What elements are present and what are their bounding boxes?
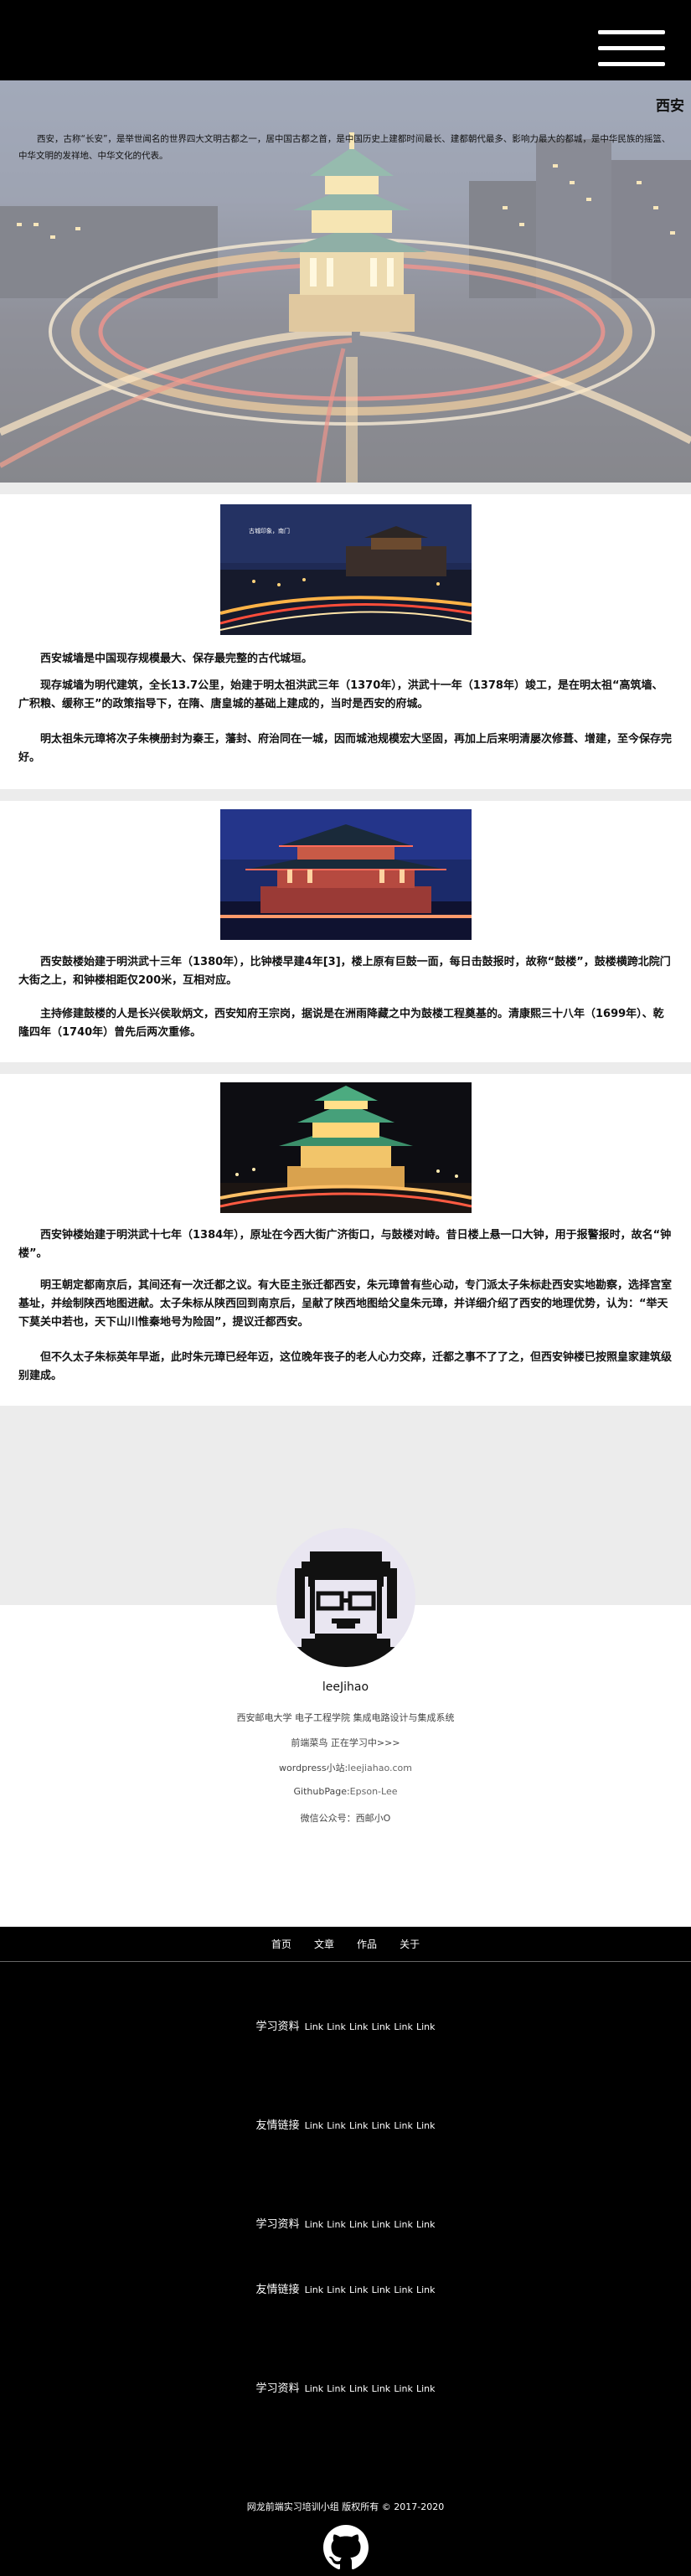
article-section-drum-tower: 西安鼓楼始建于明洪武十三年（1380年），比钟楼早建4年[3]，楼上原有巨鼓一面… — [0, 801, 691, 1062]
footer-link[interactable]: Link — [305, 2120, 324, 2131]
footer-link[interactable]: Link — [394, 2120, 413, 2131]
footer-link[interactable]: Link — [372, 2383, 391, 2394]
footer-link[interactable]: Link — [349, 2383, 369, 2394]
top-navbar — [0, 0, 691, 80]
pixel-avatar-icon — [293, 1551, 399, 1667]
footer-row-label: 学习资料 — [255, 2021, 300, 2033]
paragraph: 西安钟楼始建于明洪武十七年（1384年），原址在今西大街广济街口，与鼓楼对峙。昔… — [18, 1229, 672, 1260]
footer-row-label: 学习资料 — [255, 2382, 300, 2395]
profile-wordpress: wordpress小站:leejiahao.com — [0, 1761, 691, 1774]
footer-link[interactable]: Link — [305, 2021, 324, 2032]
footer-link[interactable]: Link — [327, 2284, 346, 2295]
footer-nav: 首页 文章 作品 关于 — [0, 1927, 691, 1962]
footer-link[interactable]: Link — [305, 2219, 324, 2230]
wordpress-label: wordpress小站: — [279, 1763, 348, 1773]
footer-link[interactable]: Link — [349, 2120, 369, 2131]
footer-link[interactable]: Link — [394, 2021, 413, 2032]
paragraph: 现存城墙为明代建筑，全长13.7公里，始建于明太祖洪武三年（1370年），洪武十… — [18, 679, 663, 710]
github-label: GithubPage: — [293, 1786, 350, 1797]
footer-link[interactable]: Link — [416, 2383, 436, 2394]
profile-github: GithubPage:Epson-Lee — [0, 1786, 691, 1797]
nav-link-articles[interactable]: 文章 — [314, 1927, 334, 1962]
footer-link[interactable]: Link — [327, 2383, 346, 2394]
footer-link[interactable]: Link — [372, 2120, 391, 2131]
footer-link[interactable]: Link — [416, 2284, 436, 2295]
footer-link[interactable]: Link — [305, 2383, 324, 2394]
footer-link[interactable]: Link — [349, 2284, 369, 2295]
section-divider — [0, 1062, 691, 1074]
paragraph: 明王朝定都南京后，其间还有一次迁都之议。有大臣主张迁都西安，朱元璋曾有些心动，专… — [18, 1279, 673, 1329]
profile-role: 前端菜鸟 正在学习中>>> — [291, 1737, 400, 1748]
footer-link[interactable]: Link — [372, 2219, 391, 2230]
footer-link-row: 学习资料 Link Link Link Link Link Link — [0, 2017, 691, 2033]
nav-link-about[interactable]: 关于 — [400, 1927, 420, 1962]
profile-wechat: 微信公众号：西邮小O — [300, 1813, 391, 1824]
footer-link[interactable]: Link — [349, 2219, 369, 2230]
profile-school: 西安邮电大学 电子工程学院 集成电路设计与集成系统 — [236, 1712, 455, 1723]
footer-row-label: 学习资料 — [255, 2218, 300, 2231]
footer-link[interactable]: Link — [394, 2383, 413, 2394]
footer-link-row: 学习资料 Link Link Link Link Link Link — [0, 2379, 691, 2395]
hero-title: 西安 — [656, 98, 684, 115]
article-section-city-wall: 古城印象，南门 西安城墙是中国现存规模最大、保存最完整的古代城垣。 现存城墙为明… — [0, 494, 691, 789]
paragraph: 主持修建鼓楼的人是长兴侯耿炳文，西安知府王宗岗，据说是在洲雨降藏之中为鼓楼工程奠… — [18, 1008, 664, 1039]
copyright-text: 网龙前端实习培训小组 版权所有 © 2017-2020 — [246, 2501, 445, 2512]
footer-link-row: 友情链接 Link Link Link Link Link Link — [0, 2280, 691, 2296]
nav-link-home[interactable]: 首页 — [271, 1927, 291, 1962]
footer-link[interactable]: Link — [327, 2120, 346, 2131]
nav-link-works[interactable]: 作品 — [357, 1927, 377, 1962]
paragraph: 西安城墙是中国现存规模最大、保存最完整的古代城垣。 — [40, 653, 313, 665]
avatar — [276, 1528, 415, 1667]
paragraph: 明太祖朱元璋将次子朱樉册封为秦王，藩封、府治同在一城，因而城池规模宏大坚固，再加… — [18, 733, 673, 764]
profile-name: leeJihao — [322, 1680, 369, 1694]
github-link[interactable]: Epson-Lee — [350, 1786, 398, 1797]
footer-link-row: 友情链接 Link Link Link Link Link Link — [0, 2116, 691, 2132]
footer-link[interactable]: Link — [349, 2021, 369, 2032]
footer-link[interactable]: Link — [416, 2120, 436, 2131]
footer-link[interactable]: Link — [394, 2284, 413, 2295]
city-wall-photo: 古城印象，南门 — [220, 504, 472, 635]
section-divider — [0, 789, 691, 801]
footer-link[interactable]: Link — [305, 2284, 324, 2295]
article-section-bell-tower: 西安钟楼始建于明洪武十七年（1384年），原址在今西大街广济街口，与鼓楼对峙。昔… — [0, 1074, 691, 1406]
bell-tower-photo — [220, 1082, 472, 1213]
footer-link[interactable]: Link — [327, 2021, 346, 2032]
photo-caption: 古城印象，南门 — [249, 527, 290, 534]
hero-banner: 西安 西安，古称“长安”，是举世闻名的世界四大文明古都之一，居中国古都之首，是中… — [0, 80, 691, 483]
drum-tower-photo — [220, 809, 472, 940]
footer-link[interactable]: Link — [416, 2021, 436, 2032]
section-divider — [0, 483, 691, 494]
footer-link[interactable]: Link — [372, 2284, 391, 2295]
footer-link[interactable]: Link — [416, 2219, 436, 2230]
footer-row-label: 友情链接 — [255, 2284, 300, 2296]
wordpress-link[interactable]: leejiahao.com — [348, 1763, 412, 1773]
paragraph: 西安鼓楼始建于明洪武十三年（1380年），比钟楼早建4年[3]，楼上原有巨鼓一面… — [18, 956, 671, 987]
github-octocat-icon[interactable] — [320, 2522, 372, 2573]
hamburger-menu-icon[interactable] — [598, 30, 665, 67]
footer-link-row: 学习资料 Link Link Link Link Link Link — [0, 2215, 691, 2231]
hero-intro-text: 西安，古称“长安”，是举世闻名的世界四大文明古都之一，居中国古都之首，是中国历史… — [18, 134, 671, 161]
footer-link[interactable]: Link — [372, 2021, 391, 2032]
footer-row-label: 友情链接 — [255, 2119, 300, 2132]
footer-link[interactable]: Link — [394, 2219, 413, 2230]
paragraph: 但不久太子朱标英年早逝，此时朱元璋已经年迈，这位晚年丧子的老人心力交瘁，迁都之事… — [18, 1351, 673, 1382]
footer-link[interactable]: Link — [327, 2219, 346, 2230]
